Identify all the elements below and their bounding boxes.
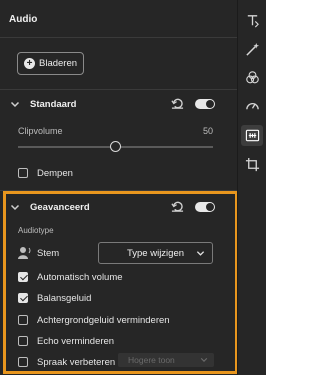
tool-rail	[237, 0, 266, 375]
standard-enable-toggle[interactable]	[195, 99, 215, 109]
section-standard-header[interactable]: Standaard	[9, 96, 76, 112]
chevron-down-icon	[10, 101, 20, 108]
checkbox-unchecked[interactable]	[18, 357, 28, 367]
audiotype-label: Audiotype	[18, 226, 54, 235]
section-advanced-title: Geavanceerd	[30, 201, 90, 213]
option-label: Achtergrondgeluid verminderen	[37, 314, 170, 326]
crop-icon[interactable]	[245, 157, 260, 172]
checkbox-checked[interactable]	[18, 272, 28, 282]
option-row[interactable]: Achtergrondgeluid verminderen	[18, 313, 170, 327]
clip-volume-label: Clipvolume	[18, 126, 63, 136]
audiotype-select-value: Type wijzigen	[126, 247, 185, 259]
audio-adjust-icon[interactable]	[245, 128, 260, 143]
clip-volume-slider-thumb[interactable]	[110, 141, 121, 152]
chevron-down-icon	[196, 251, 205, 256]
page-background	[266, 0, 300, 375]
option-label: Balansgeluid	[37, 292, 92, 304]
option-row[interactable]: Echo verminderen	[18, 334, 114, 348]
advanced-enable-toggle[interactable]	[195, 202, 215, 212]
speech-select-value: Hogere toon	[128, 355, 175, 365]
option-row[interactable]: Balansgeluid	[18, 291, 91, 305]
option-label: Spraak verbeteren	[37, 356, 116, 368]
reset-icon[interactable]	[171, 97, 184, 110]
browse-button[interactable]: + Bladeren	[17, 52, 84, 75]
browse-button-label: Bladeren	[39, 58, 78, 69]
chevron-down-icon	[10, 204, 20, 211]
speech-select: Hogere toon	[118, 353, 214, 367]
toggle-knob	[206, 203, 214, 211]
checkbox-unchecked[interactable]	[18, 336, 28, 346]
option-row[interactable]: Spraak verbeteren	[18, 355, 115, 369]
section-advanced-header[interactable]: Geavanceerd	[9, 199, 90, 215]
filters-icon[interactable]	[245, 70, 260, 85]
magic-wand-icon[interactable]	[245, 42, 260, 57]
option-label: Echo verminderen	[37, 335, 115, 347]
plus-circle-icon: +	[24, 58, 35, 69]
checkbox-unchecked[interactable]	[18, 315, 28, 325]
chevron-down-icon	[200, 358, 208, 362]
text-icon[interactable]	[245, 13, 260, 28]
mute-checkbox-row[interactable]: Dempen	[18, 166, 73, 180]
voice-label-row: Stem	[37, 246, 59, 260]
panel-title: Audio	[9, 14, 38, 25]
divider	[0, 89, 237, 90]
audiotype-select[interactable]: Type wijzigen	[98, 242, 213, 264]
toggle-knob	[206, 100, 214, 108]
divider	[0, 37, 237, 38]
mute-checkbox[interactable]	[18, 168, 28, 178]
checkbox-checked[interactable]	[18, 293, 28, 303]
voice-icon	[18, 247, 31, 259]
mute-label: Dempen	[37, 167, 73, 179]
section-standard-title: Standaard	[30, 98, 77, 110]
speed-gauge-icon[interactable]	[245, 98, 260, 113]
reset-icon[interactable]	[171, 200, 184, 213]
divider	[0, 190, 237, 191]
option-row[interactable]: Automatisch volume	[18, 270, 123, 284]
clip-volume-value: 50	[203, 126, 214, 136]
audio-panel: Audio + Bladeren Standaard Clipvolume 50…	[0, 0, 237, 375]
voice-label: Stem	[37, 247, 60, 259]
option-label: Automatisch volume	[37, 271, 123, 283]
